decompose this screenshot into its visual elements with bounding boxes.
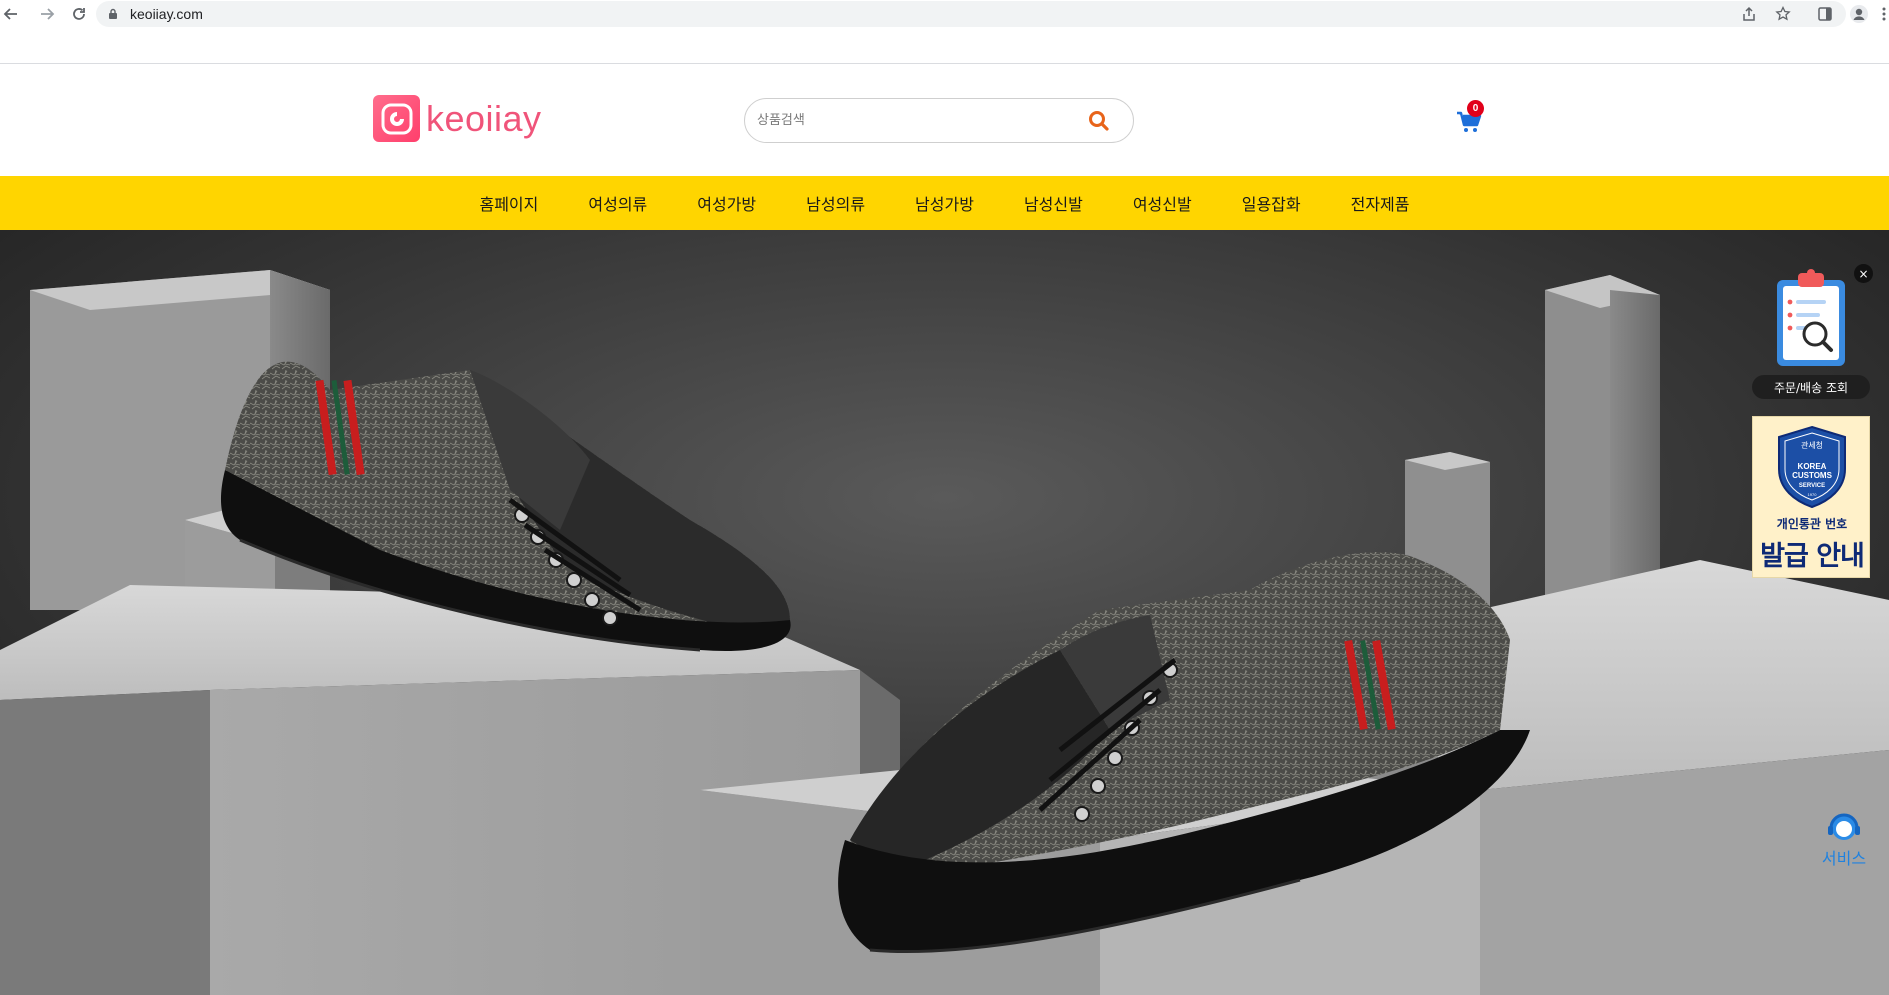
nav-item-womens-bags[interactable]: 여성가방 bbox=[697, 191, 756, 215]
cart-count-badge: 0 bbox=[1467, 100, 1484, 117]
nav-item-mens-bags[interactable]: 남성가방 bbox=[915, 191, 974, 215]
search-box bbox=[744, 98, 1134, 143]
customs-line1: 개인통관 번호 bbox=[1776, 517, 1848, 531]
nav-item-mens-clothing[interactable]: 남성의류 bbox=[806, 191, 865, 215]
browser-toolbar: keoiiay.com bbox=[0, 0, 1889, 28]
menu-dots-icon[interactable] bbox=[1879, 2, 1889, 26]
clipboard-search-icon bbox=[1777, 269, 1845, 366]
site-header: keoiiay 0 bbox=[0, 64, 1889, 176]
search-input[interactable] bbox=[757, 113, 1077, 128]
customs-seal-text-2: CUSTOMS bbox=[1792, 471, 1833, 480]
customs-line2: 발급 안내 bbox=[1760, 541, 1865, 572]
profile-icon[interactable] bbox=[1847, 2, 1871, 26]
back-arrow-icon[interactable] bbox=[0, 3, 22, 25]
order-lookup-label[interactable]: 주문/배송 조회 bbox=[1752, 375, 1870, 399]
side-panel-icon[interactable] bbox=[1813, 2, 1837, 26]
nav-item-womens-shoes[interactable]: 여성신발 bbox=[1133, 191, 1192, 215]
logo-mark-icon bbox=[373, 95, 420, 142]
logo-text: keoiiay bbox=[426, 97, 542, 139]
reload-icon[interactable] bbox=[68, 3, 90, 25]
forward-arrow-icon[interactable] bbox=[36, 3, 58, 25]
nav-item-home[interactable]: 홈페이지 bbox=[479, 191, 538, 215]
customs-clearance-banner[interactable]: 관세청 KOREA CUSTOMS SERVICE 1970 개인통관 번호 발… bbox=[1752, 416, 1870, 578]
main-nav: 홈페이지 여성의류 여성가방 남성의류 남성가방 남성신발 여성신발 일용잡화 … bbox=[0, 176, 1889, 230]
lock-icon bbox=[108, 8, 120, 20]
nav-item-electronics[interactable]: 전자제품 bbox=[1351, 191, 1410, 215]
customs-shield-icon: 관세청 KOREA CUSTOMS SERVICE 1970 bbox=[1778, 425, 1846, 509]
address-url: keoiiay.com bbox=[130, 6, 203, 22]
hero-banner-image bbox=[0, 230, 1889, 995]
service-label[interactable]: 서비스 bbox=[1814, 845, 1874, 869]
hero-banner[interactable] bbox=[0, 230, 1889, 995]
star-icon[interactable] bbox=[1771, 2, 1795, 26]
customs-seal-text-1: KOREA bbox=[1798, 462, 1827, 471]
customs-seal-text-3: SERVICE bbox=[1799, 483, 1825, 489]
site-logo[interactable]: keoiiay bbox=[373, 95, 542, 142]
search-icon[interactable] bbox=[1087, 109, 1111, 133]
headset-icon bbox=[1828, 813, 1860, 840]
share-icon[interactable] bbox=[1737, 2, 1761, 26]
nav-item-mens-shoes[interactable]: 남성신발 bbox=[1024, 191, 1083, 215]
customs-seal-top: 관세청 bbox=[1801, 440, 1823, 450]
customs-seal-year: 1970 bbox=[1808, 492, 1818, 497]
nav-item-womens-clothing[interactable]: 여성의류 bbox=[588, 191, 647, 215]
nav-item-daily-goods[interactable]: 일용잡화 bbox=[1242, 191, 1301, 215]
address-bar[interactable]: keoiiay.com bbox=[96, 1, 1846, 27]
